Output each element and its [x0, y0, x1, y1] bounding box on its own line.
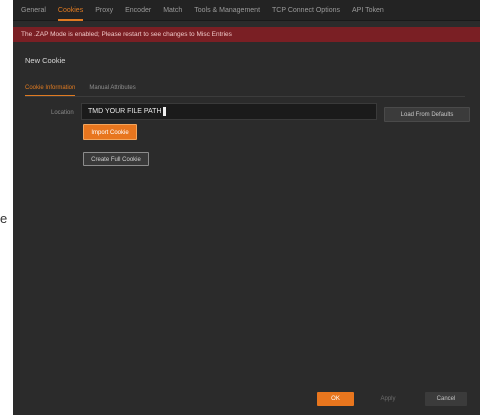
path-field-label: Location	[51, 110, 74, 116]
tab-tcp-connect-options[interactable]: TCP Connect Options	[272, 0, 340, 21]
settings-window: General Cookies Proxy Encoder Match Tool…	[13, 0, 480, 415]
tab-proxy[interactable]: Proxy	[95, 0, 113, 21]
outside-letter: e	[0, 211, 8, 226]
tab-cookies[interactable]: Cookies	[57, 0, 84, 21]
path-input[interactable]: TMD YOUR FILE PATH	[81, 103, 377, 120]
path-input-value: TMD YOUR FILE PATH	[88, 108, 162, 115]
import-cookie-button[interactable]: Import Cookie	[83, 124, 137, 140]
tab-general[interactable]: General	[21, 0, 46, 21]
tab-match[interactable]: Match	[163, 0, 182, 21]
subtab-manual-attributes[interactable]: Manual Attributes	[89, 82, 135, 96]
ok-button[interactable]: OK	[317, 392, 354, 406]
apply-button[interactable]: Apply	[371, 392, 405, 406]
tab-tools-management[interactable]: Tools & Management	[194, 0, 260, 21]
cancel-button[interactable]: Cancel	[425, 392, 467, 406]
subtab-bar: Cookie Information Manual Attributes	[25, 82, 465, 97]
section-title: New Cookie	[25, 56, 66, 65]
tab-encoder[interactable]: Encoder	[125, 0, 151, 21]
warning-banner: The .ZAP Mode is enabled; Please restart…	[13, 27, 480, 42]
subtab-cookie-information[interactable]: Cookie Information	[25, 82, 76, 96]
text-cursor-icon	[162, 106, 166, 116]
create-full-cookie-button[interactable]: Create Full Cookie	[83, 152, 149, 166]
load-from-defaults-button[interactable]: Load From Defaults	[384, 107, 470, 122]
top-tab-bar: General Cookies Proxy Encoder Match Tool…	[13, 0, 480, 21]
tab-api-token[interactable]: API Token	[352, 0, 384, 21]
